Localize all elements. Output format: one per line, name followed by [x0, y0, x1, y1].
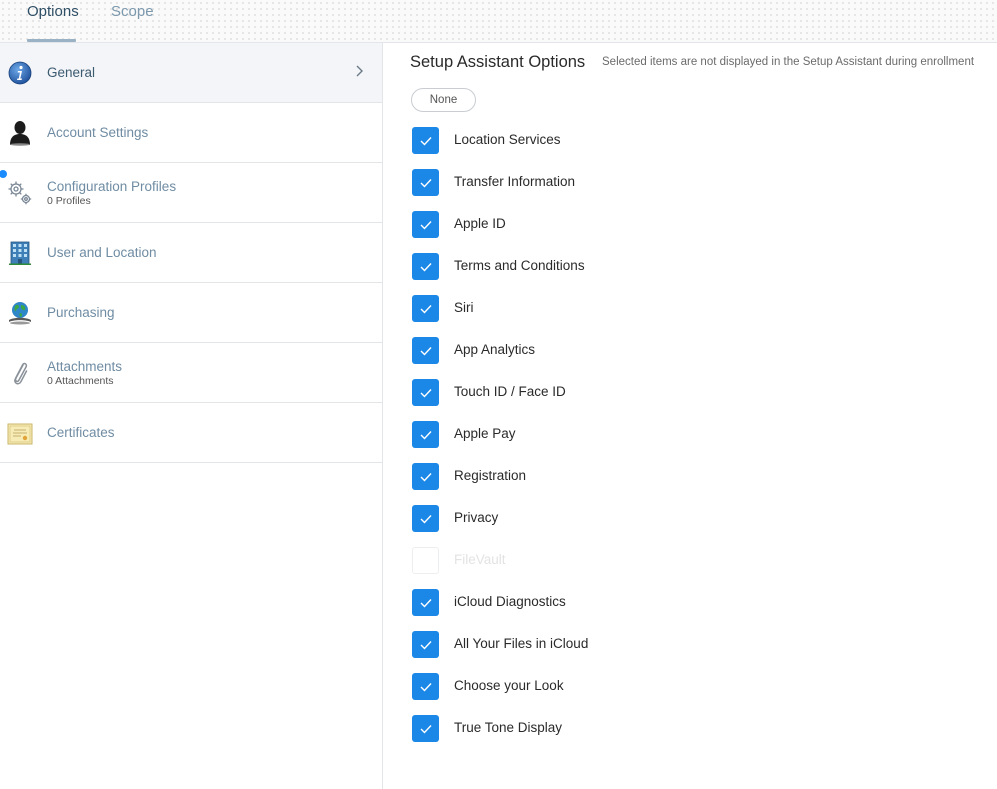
- setup-option-row: True Tone Display: [412, 715, 812, 743]
- globe-icon: [6, 299, 34, 327]
- active-tab-indicator: [27, 39, 76, 42]
- checkbox-checked[interactable]: [412, 337, 439, 364]
- checkbox-checked[interactable]: [412, 127, 439, 154]
- checkmark-icon: [420, 220, 432, 230]
- checkmark-icon: [420, 262, 432, 272]
- sidebar-item-attachments[interactable]: Attachments 0 Attachments: [0, 343, 382, 403]
- chevron-right-icon: [352, 64, 366, 78]
- setup-option-row: Transfer Information: [412, 169, 812, 197]
- checkmark-icon: [420, 346, 432, 356]
- sidebar-item-label: User and Location: [47, 245, 157, 260]
- checkmark-icon: [420, 514, 432, 524]
- checkmark-icon: [420, 304, 432, 314]
- setup-option-row: Touch ID / Face ID: [412, 379, 812, 407]
- checkbox-unchecked: [412, 547, 439, 574]
- sidebar-item-label: Attachments: [47, 359, 123, 374]
- sidebar-item-count: 0 Profiles: [47, 195, 91, 207]
- setup-option-label: Transfer Information: [454, 174, 576, 189]
- tab-bar: Options Scope: [0, 0, 997, 43]
- setup-option-label: All Your Files in iCloud: [454, 636, 589, 651]
- checkbox-checked[interactable]: [412, 463, 439, 490]
- checkbox-checked[interactable]: [412, 295, 439, 322]
- none-button[interactable]: None: [411, 88, 476, 112]
- setup-option-row: iCloud Diagnostics: [412, 589, 812, 617]
- setup-option-label: Terms and Conditions: [454, 258, 585, 273]
- sidebar: General Account Settings Configuration P…: [0, 43, 383, 789]
- setup-option-label: True Tone Display: [454, 720, 563, 735]
- setup-option-label: Siri: [454, 300, 474, 315]
- sidebar-item-count: 0 Attachments: [47, 375, 114, 387]
- sidebar-item-label: Account Settings: [47, 125, 149, 140]
- setup-option-row: App Analytics: [412, 337, 812, 365]
- sidebar-item-certificates[interactable]: Certificates: [0, 403, 382, 463]
- sidebar-item-purchasing[interactable]: Purchasing: [0, 283, 382, 343]
- checkbox-checked[interactable]: [412, 379, 439, 406]
- setup-option-row: FileVault: [412, 547, 812, 575]
- building-icon: [6, 239, 34, 267]
- setup-option-row: Terms and Conditions: [412, 253, 812, 281]
- section-hint: Selected items are not displayed in the …: [602, 56, 975, 68]
- gears-icon: [6, 179, 34, 207]
- setup-option-label: Location Services: [454, 132, 561, 147]
- setup-option-row: Apple Pay: [412, 421, 812, 449]
- sidebar-item-label: General: [47, 65, 96, 80]
- setup-option-label: Apple ID: [454, 216, 506, 231]
- checkbox-checked[interactable]: [412, 253, 439, 280]
- checkmark-icon: [420, 178, 432, 188]
- checkbox-checked[interactable]: [412, 673, 439, 700]
- user-silhouette-icon: [6, 119, 34, 147]
- sidebar-item-label: Certificates: [47, 425, 115, 440]
- checkbox-checked[interactable]: [412, 715, 439, 742]
- tab-scope[interactable]: Scope: [111, 4, 154, 42]
- section-title: Setup Assistant Options: [410, 53, 586, 71]
- checkmark-icon: [420, 430, 432, 440]
- setup-option-label: iCloud Diagnostics: [454, 594, 566, 609]
- checkmark-icon: [420, 598, 432, 608]
- setup-option-row: Registration: [412, 463, 812, 491]
- checkbox-checked[interactable]: [412, 505, 439, 532]
- tab-options[interactable]: Options: [27, 4, 79, 42]
- setup-option-label: Touch ID / Face ID: [454, 384, 566, 399]
- setup-option-row: Apple ID: [412, 211, 812, 239]
- sidebar-item-general[interactable]: General: [0, 43, 382, 103]
- checkmark-icon: [420, 136, 432, 146]
- checkmark-icon: [420, 724, 432, 734]
- sidebar-item-user-and-location[interactable]: User and Location: [0, 223, 382, 283]
- setup-option-row: Siri: [412, 295, 812, 323]
- certificate-icon: [6, 420, 34, 448]
- paperclip-icon: [6, 359, 34, 387]
- setup-option-label: App Analytics: [454, 342, 536, 357]
- checkmark-icon: [420, 640, 432, 650]
- info-icon: [6, 59, 34, 87]
- checkmark-icon: [420, 472, 432, 482]
- setup-option-label: Privacy: [454, 510, 499, 525]
- sidebar-item-label: Configuration Profiles: [47, 179, 177, 194]
- setup-option-row: Choose your Look: [412, 673, 812, 701]
- sidebar-item-account-settings[interactable]: Account Settings: [0, 103, 382, 163]
- main-panel: Setup Assistant Options Selected items a…: [383, 43, 997, 789]
- checkmark-icon: [420, 388, 432, 398]
- setup-option-label: FileVault: [454, 552, 506, 567]
- setup-option-row: Privacy: [412, 505, 812, 533]
- setup-option-row: Location Services: [412, 127, 812, 155]
- checkbox-checked[interactable]: [412, 211, 439, 238]
- setup-option-label: Choose your Look: [454, 678, 564, 693]
- checkbox-checked[interactable]: [412, 421, 439, 448]
- checkbox-checked[interactable]: [412, 169, 439, 196]
- checkbox-checked[interactable]: [412, 589, 439, 616]
- setup-option-label: Registration: [454, 468, 527, 483]
- sidebar-item-label: Purchasing: [47, 305, 115, 320]
- setup-option-label: Apple Pay: [454, 426, 516, 441]
- checkmark-icon: [420, 682, 432, 692]
- checkbox-checked[interactable]: [412, 631, 439, 658]
- setup-option-row: All Your Files in iCloud: [412, 631, 812, 659]
- sidebar-item-configuration-profiles[interactable]: Configuration Profiles 0 Profiles: [0, 163, 382, 223]
